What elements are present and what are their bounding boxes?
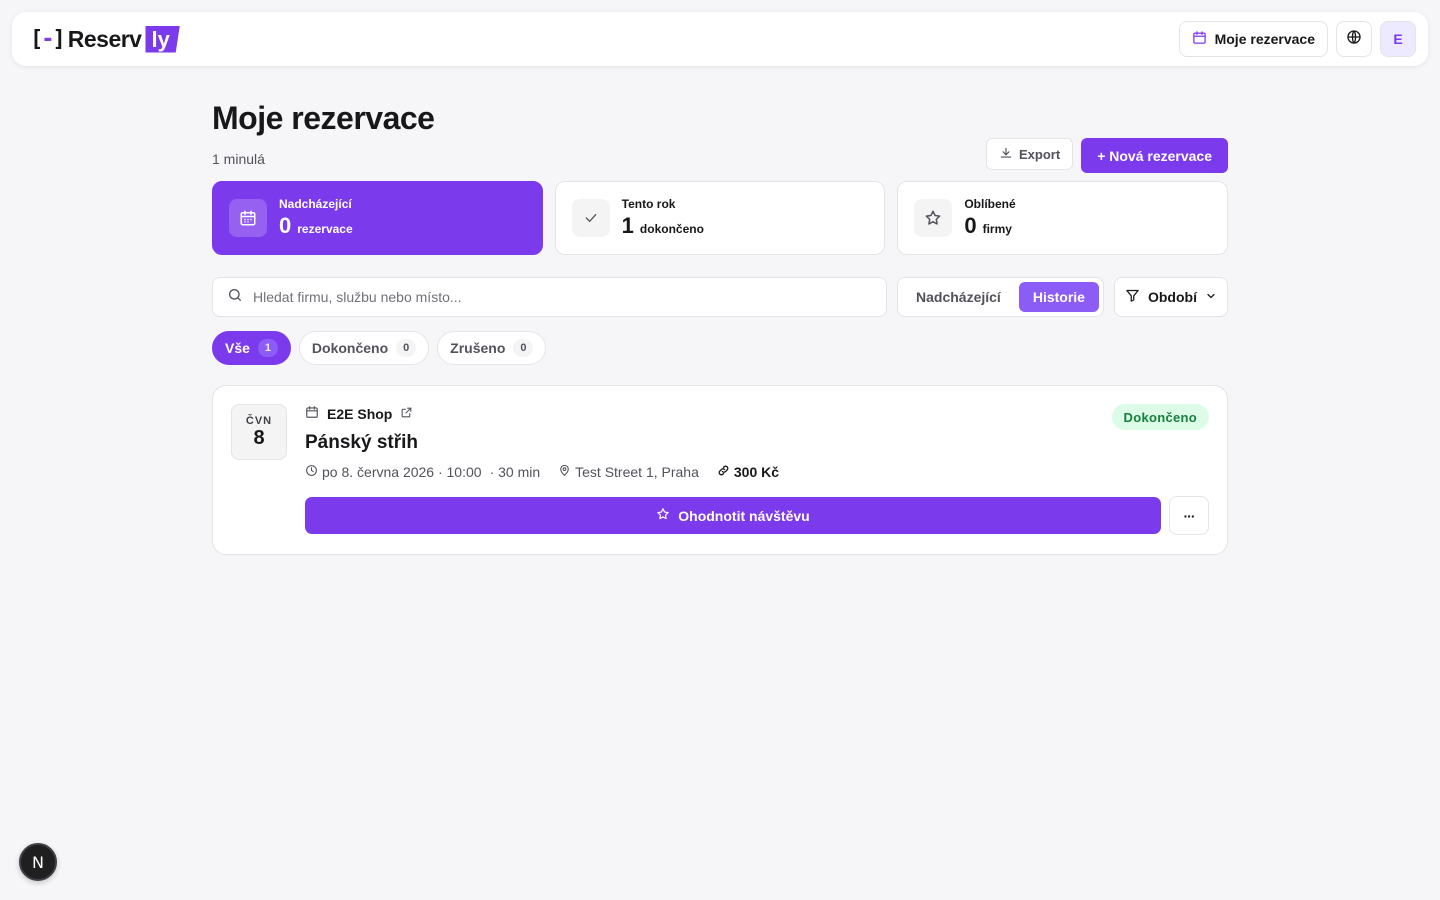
top-navbar: [-] Reserv ly Moje rezervace E	[12, 12, 1428, 66]
stat-label: Oblíbené	[964, 197, 1016, 211]
star-icon	[656, 507, 670, 524]
rate-visit-button[interactable]: Ohodnotit návštěvu	[305, 497, 1161, 534]
clock-icon	[305, 464, 318, 480]
check-icon	[571, 199, 610, 237]
stat-upcoming[interactable]: Nadcházející 0 rezervace	[212, 181, 543, 255]
chip-all[interactable]: Vše 1	[212, 331, 291, 365]
export-button[interactable]: Export	[986, 138, 1074, 170]
header-actions: Export + Nová rezervace	[986, 138, 1228, 173]
stat-favorites[interactable]: Oblíbené 0 firmy	[897, 181, 1229, 255]
chip-label: Dokončeno	[311, 340, 389, 356]
chip-count: 0	[513, 339, 534, 357]
booking-datetime: po 8. června 2026 · 10:00	[322, 464, 482, 480]
rate-visit-label: Ohodnotit návštěvu	[678, 507, 810, 524]
stats-row: Nadcházející 0 rezervace Tento rok 1 dokon…	[212, 181, 1229, 255]
chip-count: 1	[257, 339, 278, 357]
my-reservations-label: Moje rezervace	[1214, 31, 1315, 47]
stat-this-year[interactable]: Tento rok 1 dokončeno	[554, 181, 886, 255]
stat-value: 1	[621, 213, 634, 238]
logo[interactable]: [-] Reserv ly	[30, 25, 180, 53]
stat-value: 0	[279, 213, 292, 238]
page-title: Moje rezervace	[212, 100, 435, 136]
view-segment: Nadcházející Historie	[897, 277, 1104, 317]
booking-meta: po 8. června 2026 · 10:00 · 30 min Test …	[305, 464, 779, 480]
search-input[interactable]	[253, 289, 872, 305]
business-name[interactable]: E2E Shop	[327, 406, 392, 422]
business-row: E2E Shop	[305, 405, 413, 422]
language-button[interactable]	[1336, 21, 1372, 57]
globe-icon	[1346, 29, 1362, 50]
stat-unit: rezervace	[297, 222, 353, 236]
tab-upcoming[interactable]: Nadcházející	[902, 282, 1015, 312]
filter-icon	[1125, 288, 1140, 306]
booking-location: Test Street 1, Praha	[575, 464, 699, 480]
stat-unit: firmy	[982, 222, 1012, 236]
stat-label: Tento rok	[621, 197, 676, 211]
booking-card: ČVN 8 E2E Shop Pánský střih po 8. června…	[212, 385, 1228, 555]
export-label: Export	[1019, 146, 1061, 162]
stat-label: Nadcházející	[279, 197, 352, 211]
booking-price: 300 Kč	[733, 464, 780, 480]
more-options-button[interactable]: ···	[1169, 496, 1209, 535]
chip-label: Vše	[225, 340, 250, 356]
status-chips: Vše 1 Dokončeno 0 Zrušeno 0	[212, 331, 547, 365]
stat-unit: dokončeno	[639, 222, 704, 236]
calendar-icon	[305, 405, 319, 422]
dev-tools-badge[interactable]: N	[19, 843, 57, 881]
search-icon	[227, 287, 243, 308]
booking-date: ČVN 8	[231, 404, 287, 460]
logo-text: Reserv	[67, 25, 142, 52]
service-title: Pánský střih	[305, 432, 418, 453]
chevron-down-icon	[1205, 289, 1217, 305]
chip-label: Zrušeno	[450, 340, 506, 356]
calendar-icon	[1192, 30, 1207, 48]
chip-count: 0	[396, 339, 417, 357]
logo-badge: ly	[145, 25, 180, 53]
main-content: Moje rezervace 1 minulá Export + Nová re…	[212, 100, 1229, 555]
download-icon	[999, 146, 1013, 163]
chip-completed[interactable]: Dokončeno 0	[298, 331, 430, 365]
external-link-icon[interactable]	[400, 406, 413, 422]
tab-history[interactable]: Historie	[1018, 282, 1099, 312]
chip-cancelled[interactable]: Zrušeno 0	[437, 331, 547, 365]
status-badge: Dokončeno	[1111, 404, 1209, 430]
map-pin-icon	[558, 464, 571, 480]
filter-bar: Nadcházející Historie Období	[212, 277, 1228, 317]
nav-actions: Moje rezervace E	[1178, 21, 1416, 57]
booking-duration: · 30 min	[489, 464, 541, 480]
more-icon: ···	[1183, 507, 1196, 524]
user-avatar[interactable]: E	[1380, 21, 1416, 57]
logo-mark: [-]	[30, 26, 66, 52]
star-icon	[914, 199, 953, 237]
booking-day: 8	[253, 427, 265, 449]
booking-month: ČVN	[245, 415, 273, 427]
search-box	[212, 277, 887, 317]
my-reservations-button[interactable]: Moje rezervace	[1178, 21, 1328, 57]
new-reservation-button[interactable]: + Nová rezervace	[1081, 138, 1228, 173]
period-dropdown[interactable]: Období	[1113, 277, 1228, 317]
price-icon	[717, 464, 730, 480]
calendar-icon	[229, 199, 267, 237]
period-label: Období	[1147, 289, 1197, 305]
stat-value: 0	[964, 213, 977, 238]
